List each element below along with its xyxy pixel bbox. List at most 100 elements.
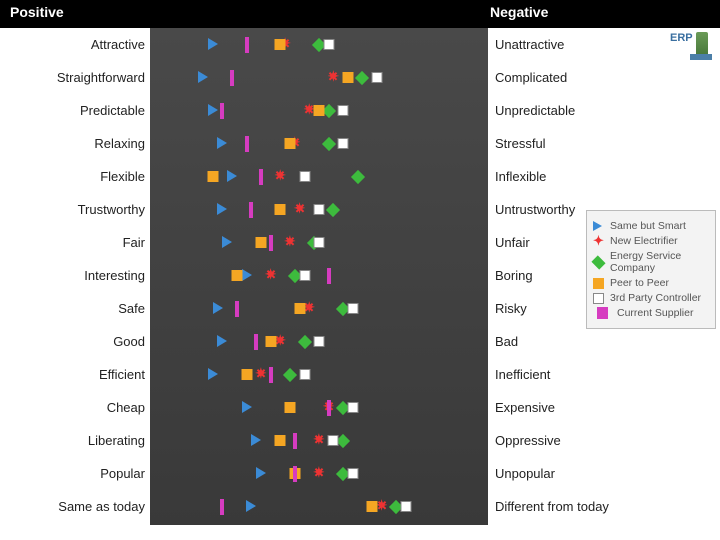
data-point-current_supplier xyxy=(327,400,331,416)
data-point-layer: ✦ xyxy=(150,360,488,393)
positive-attribute-label: Attractive xyxy=(0,37,145,52)
negative-attribute-label: Inflexible xyxy=(495,169,546,184)
positive-attribute-label: Predictable xyxy=(0,103,145,118)
data-point-layer: ✦ xyxy=(150,459,488,492)
data-point-third_party_controller xyxy=(314,204,325,215)
data-point-energy_service_company xyxy=(283,368,297,382)
data-point-new_electrifier: ✦ xyxy=(265,269,277,281)
positive-attribute-label: Cheap xyxy=(0,400,145,415)
data-point-layer: ✦ xyxy=(150,96,488,129)
bar-magenta-icon xyxy=(597,307,608,319)
data-point-current_supplier xyxy=(249,202,253,218)
data-point-current_supplier xyxy=(220,103,224,119)
data-point-layer: ✦ xyxy=(150,294,488,327)
legend-label: New Electrifier xyxy=(610,235,678,247)
chart-row: Good Bad ✦ xyxy=(0,327,720,360)
data-point-peer_to_peer xyxy=(265,336,276,347)
data-point-layer: ✦ xyxy=(150,30,488,63)
legend-label: Current Supplier xyxy=(617,307,693,319)
data-point-same_but_smart xyxy=(246,500,256,512)
legend-label: 3rd Party Controller xyxy=(610,292,701,304)
data-point-new_electrifier: ✦ xyxy=(294,203,306,215)
data-point-layer: ✦ xyxy=(150,261,488,294)
positive-attribute-label: Straightforward xyxy=(0,70,145,85)
legend-label: Energy Service Company xyxy=(610,250,709,274)
data-point-peer_to_peer xyxy=(314,105,325,116)
negative-attribute-label: Unpopular xyxy=(495,466,555,481)
data-point-layer: ✦ xyxy=(150,492,488,525)
negative-attribute-label: Unattractive xyxy=(495,37,564,52)
erp-logo-text: ERP xyxy=(670,32,693,44)
data-point-layer: ✦ xyxy=(150,327,488,360)
data-point-third_party_controller xyxy=(328,435,339,446)
chart-row: Relaxing Stressful ✦ xyxy=(0,129,720,162)
legend-item: Same but Smart xyxy=(593,220,709,232)
erp-logo: ERP xyxy=(670,30,712,64)
data-point-current_supplier xyxy=(245,136,249,152)
data-point-same_but_smart xyxy=(256,467,266,479)
data-point-same_but_smart xyxy=(242,401,252,413)
positive-attribute-label: Relaxing xyxy=(0,136,145,151)
negative-attribute-label: Boring xyxy=(495,268,533,283)
chart-row: Same as todayDifferent from today✦ xyxy=(0,492,720,525)
diamond-red-icon: ✦ xyxy=(593,236,604,247)
legend-item: Energy Service Company xyxy=(593,250,709,274)
data-point-third_party_controller xyxy=(347,468,358,479)
data-point-peer_to_peer xyxy=(367,501,378,512)
data-point-same_but_smart xyxy=(217,335,227,347)
square-white-icon xyxy=(593,293,604,304)
positive-attribute-label: Liberating xyxy=(0,433,145,448)
negative-attribute-label: Unpredictable xyxy=(495,103,575,118)
data-point-peer_to_peer xyxy=(275,204,286,215)
positive-attribute-label: Safe xyxy=(0,301,145,316)
negative-attribute-label: Untrustworthy xyxy=(495,202,575,217)
data-point-peer_to_peer xyxy=(241,369,252,380)
data-point-third_party_controller xyxy=(299,270,310,281)
data-point-peer_to_peer xyxy=(294,303,305,314)
positive-attribute-label: Good xyxy=(0,334,145,349)
negative-attribute-label: Bad xyxy=(495,334,518,349)
header-bar: Positive Negative xyxy=(0,0,720,28)
data-point-layer: ✦ xyxy=(150,162,488,195)
negative-attribute-label: Inefficient xyxy=(495,367,550,382)
data-point-new_electrifier: ✦ xyxy=(284,236,296,248)
legend-item: 3rd Party Controller xyxy=(593,292,709,304)
data-point-new_electrifier: ✦ xyxy=(255,368,267,380)
data-point-current_supplier xyxy=(235,301,239,317)
data-point-current_supplier xyxy=(327,268,331,284)
data-point-third_party_controller xyxy=(314,237,325,248)
data-point-current_supplier xyxy=(220,499,224,515)
header-negative-label: Negative xyxy=(490,4,548,20)
data-point-current_supplier xyxy=(293,466,297,482)
data-point-layer: ✦ xyxy=(150,129,488,162)
data-point-energy_service_company xyxy=(297,335,311,349)
triangle-icon xyxy=(593,221,604,231)
chart-row: FlexibleInflexible✦ xyxy=(0,162,720,195)
data-point-peer_to_peer xyxy=(275,435,286,446)
data-point-peer_to_peer xyxy=(231,270,242,281)
data-point-current_supplier xyxy=(293,433,297,449)
data-point-same_but_smart xyxy=(217,203,227,215)
data-point-layer: ✦ xyxy=(150,393,488,426)
chart-row: Popular Unpopular ✦ xyxy=(0,459,720,492)
data-point-third_party_controller xyxy=(338,105,349,116)
negative-attribute-label: Unfair xyxy=(495,235,530,250)
negative-attribute-label: Complicated xyxy=(495,70,567,85)
positive-attribute-label: Efficient xyxy=(0,367,145,382)
positive-attribute-label: Same as today xyxy=(0,499,145,514)
data-point-current_supplier xyxy=(230,70,234,86)
positive-attribute-label: Interesting xyxy=(0,268,145,283)
data-point-same_but_smart xyxy=(208,38,218,50)
negative-attribute-label: Stressful xyxy=(495,136,546,151)
positive-attribute-label: Popular xyxy=(0,466,145,481)
legend-item: ✦ New Electrifier xyxy=(593,235,709,247)
negative-attribute-label: Expensive xyxy=(495,400,555,415)
negative-attribute-label: Risky xyxy=(495,301,527,316)
data-point-new_electrifier: ✦ xyxy=(274,170,286,182)
header-positive-label: Positive xyxy=(10,4,64,20)
data-point-same_but_smart xyxy=(213,302,223,314)
chart-row: StraightforwardComplicated✦ xyxy=(0,63,720,96)
chart-row: Predictable Unpredictable ✦ xyxy=(0,96,720,129)
data-point-current_supplier xyxy=(254,334,258,350)
square-orange-icon xyxy=(593,278,604,289)
